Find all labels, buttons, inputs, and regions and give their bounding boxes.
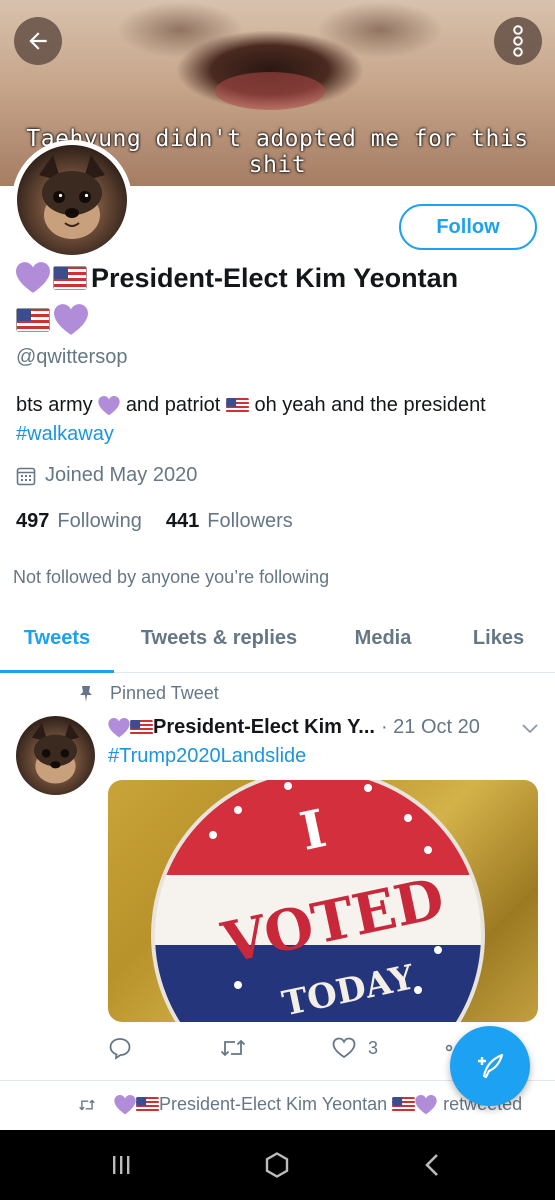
purple-heart-icon [415,1094,437,1114]
us-flag-icon [16,308,50,332]
bio-hashtag-link[interactable]: #walkaway [16,423,114,445]
followers-count: 441 [165,510,200,532]
us-flag-icon [226,397,249,414]
us-flag-icon [392,1096,415,1113]
joined-text: Joined May 2020 [45,464,198,486]
profile-name-text: President-Elect Kim Yeontan [91,262,459,293]
pin-icon [80,685,92,702]
profile-avatar[interactable] [12,140,132,260]
tab-tweets-replies[interactable]: Tweets & replies [114,604,324,672]
recent-apps-icon [113,1156,130,1174]
following-label: Following [57,510,142,532]
retweeter-name[interactable]: President-Elect Kim Yeontan [159,1094,387,1115]
dog-avatar-image [39,155,105,239]
tab-media[interactable]: Media [324,604,442,672]
tweet-author-avatar[interactable] [16,716,95,795]
following-count: 497 [16,510,50,532]
follow-stats: 497 Following 441 Followers [16,510,317,533]
us-flag-icon [136,1096,159,1113]
pinned-tweet-label: Pinned Tweet [78,683,219,704]
followers-label: Followers [207,510,293,532]
followers-stat[interactable]: 441 Followers [166,510,293,533]
back-icon [425,1154,438,1176]
tweet-header: President-Elect Kim Y... · 21 Oct 20 [108,716,540,739]
profile-tabs: Tweets Tweets & replies Media Likes [0,604,555,673]
not-followed-notice: Not followed by anyone you’re following [13,567,330,587]
bio-text: oh yeah and the president [254,394,486,416]
purple-heart-icon [114,1094,136,1114]
profile-name: President-Elect Kim Yeontan [16,262,458,294]
tweet-author-name[interactable]: President-Elect Kim Y... [153,716,375,739]
more-vertical-icon [513,25,523,57]
retweet-button[interactable] [220,1037,332,1059]
retweet-icon [220,1039,246,1057]
compose-tweet-button[interactable] [450,1026,530,1106]
retweet-notice: President-Elect Kim Yeontan retweeted [78,1094,522,1115]
calendar-icon [16,467,36,485]
home-icon [265,1152,289,1178]
system-back-button[interactable] [412,1150,452,1180]
system-navigation-bar [0,1130,555,1200]
purple-heart-icon [98,395,120,416]
voted-sticker-image: I VOTED TODAY [151,780,485,1022]
banner-decoration [215,72,325,110]
reply-button[interactable] [108,1036,220,1060]
back-arrow-icon [29,32,47,50]
joined-date: Joined May 2020 [16,464,197,487]
tab-likes[interactable]: Likes [442,604,555,672]
follow-button[interactable]: Follow [399,204,537,250]
tweet-image[interactable]: I VOTED TODAY [108,780,538,1022]
bio-text: and patriot [125,394,221,416]
purple-heart-icon [16,262,50,293]
back-button[interactable] [14,17,62,65]
reply-icon [109,1038,131,1060]
recent-apps-button[interactable] [101,1150,141,1180]
tweet-date[interactable]: · 21 Oct 20 [381,716,480,739]
like-icon [332,1037,356,1059]
chevron-down-icon[interactable] [520,718,540,738]
pinned-text: Pinned Tweet [110,683,219,703]
home-button[interactable] [257,1150,297,1180]
like-count: 3 [368,1037,379,1058]
retweet-icon [79,1099,95,1110]
us-flag-icon [130,719,153,736]
profile-bio: bts army and patriot oh yeah and the pre… [16,391,546,449]
tab-tweets[interactable]: Tweets [0,604,114,673]
more-options-button[interactable] [494,17,542,65]
following-stat[interactable]: 497 Following [16,510,142,533]
purple-heart-icon [108,717,130,737]
profile-handle: @qwittersop [16,346,128,368]
tweet-hashtag-link[interactable]: #Trump2020Landslide [108,745,306,768]
us-flag-icon [53,266,87,290]
profile-name-emojis [16,304,88,336]
bio-text: bts army [16,394,93,416]
compose-tweet-icon [478,1053,504,1079]
purple-heart-icon [54,304,88,335]
like-button[interactable]: 3 [332,1037,444,1059]
dog-avatar-image [31,723,80,784]
